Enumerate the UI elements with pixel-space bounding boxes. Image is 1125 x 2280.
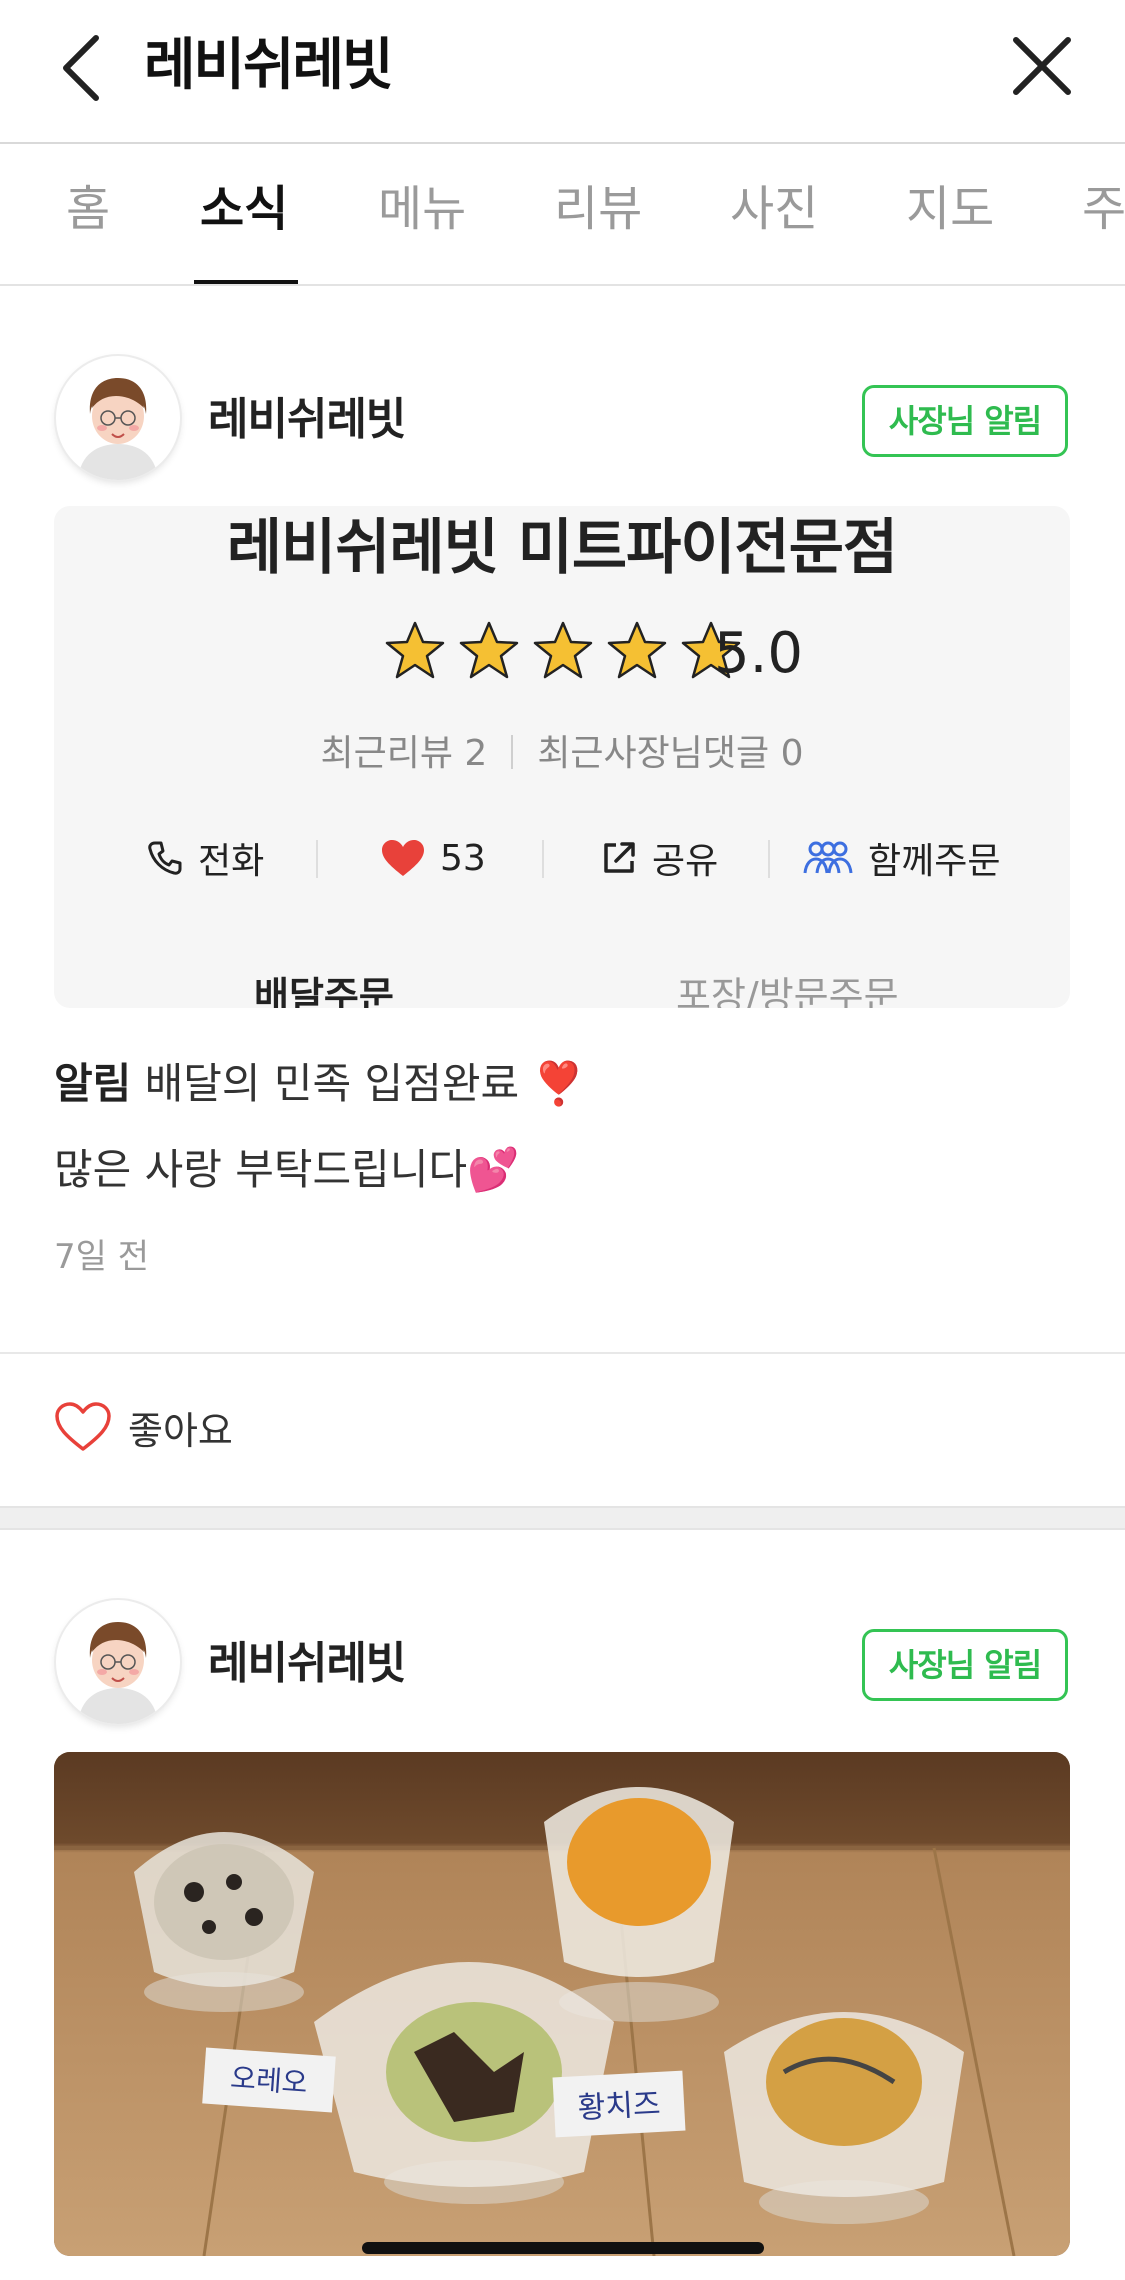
close-icon: [1013, 37, 1071, 95]
photo-label-cheese: 황치즈: [577, 2087, 662, 2126]
call-label: 전화: [198, 841, 265, 882]
heart-filled-icon: [382, 840, 424, 876]
share-icon: [604, 842, 635, 873]
section-gap: [0, 1506, 1125, 1530]
post-text-line2: 많은 사랑 부탁드립니다💕: [54, 1145, 520, 1194]
divider: [542, 840, 544, 878]
share-label: 공유: [652, 841, 719, 882]
store-name: 레비쉬레빗 미트파이전문점: [226, 513, 898, 583]
group-order-button[interactable]: 함께주문: [802, 818, 1000, 898]
home-indicator[interactable]: [362, 2242, 764, 2254]
phone-icon: [148, 841, 182, 875]
divider: [768, 840, 770, 878]
store-actions: 전화 53 공유 함께주문: [54, 818, 1070, 898]
group-people-icon: [803, 841, 853, 874]
post-body: 배달의 민족 입점완료 ❣️: [144, 1059, 585, 1108]
tab-delivery-order[interactable]: 배달주문: [254, 966, 394, 1008]
rating-value: 5.0: [714, 621, 804, 686]
tab-photos[interactable]: 사진: [730, 174, 818, 244]
tab-more[interactable]: 주: [1082, 174, 1125, 244]
post-photo[interactable]: 오레오 황치즈: [54, 1752, 1070, 2256]
favorite-button[interactable]: 53: [380, 818, 486, 898]
divider: [511, 735, 514, 769]
active-tab-indicator: [194, 280, 298, 284]
tab-bar: 홈 소식 메뉴 리뷰 사진 지도 주: [0, 146, 1125, 286]
profile-avatar-icon: [78, 378, 158, 480]
call-button[interactable]: 전화: [146, 818, 264, 898]
heart-outline-icon: [55, 1402, 111, 1451]
post-author: 레비쉬레빗: [208, 1638, 406, 1689]
post-timestamp: 7일 전: [54, 1237, 149, 1277]
top-bar: 레비쉬레빗: [0, 0, 1125, 144]
tab-map[interactable]: 지도: [906, 174, 994, 244]
tab-pickup-order[interactable]: 포장/방문주문: [676, 966, 899, 1008]
divider: [316, 840, 318, 878]
star-icon: [607, 621, 667, 679]
post-author: 레비쉬레빗: [208, 394, 406, 445]
tab-reviews[interactable]: 리뷰: [554, 174, 642, 244]
owner-notice-badge: 사장님 알림: [862, 1629, 1068, 1701]
profile-avatar-icon: [78, 1622, 158, 1724]
store-card[interactable]: 레비쉬레빗 미트파이전문점 5.0 최근리뷰 2 최근사장님댓글 0 전화 53: [54, 506, 1070, 1008]
photo-label-oreo: 오레오: [229, 2061, 308, 2099]
recent-owner-replies[interactable]: 최근사장님댓글 0: [537, 733, 803, 774]
tab-home[interactable]: 홈: [66, 174, 110, 244]
back-button[interactable]: [52, 30, 112, 106]
share-button[interactable]: 공유: [600, 818, 718, 898]
likes-count: 53: [440, 837, 486, 879]
tab-menu[interactable]: 메뉴: [378, 174, 466, 244]
recent-reviews[interactable]: 최근리뷰 2: [320, 733, 487, 774]
star-icon: [385, 621, 445, 679]
group-order-label: 함께주문: [868, 841, 1001, 882]
post-text-line1: 알림 배달의 민족 입점완료 ❣️: [54, 1052, 585, 1116]
tab-news[interactable]: 소식: [200, 174, 288, 244]
post-label: 알림: [54, 1059, 132, 1108]
page-title: 레비쉬레빗: [144, 33, 394, 98]
avatar[interactable]: [56, 356, 180, 480]
owner-notice-badge: 사장님 알림: [862, 385, 1068, 457]
chevron-left-icon: [63, 35, 99, 101]
avatar[interactable]: [56, 1600, 180, 1724]
divider: [0, 1352, 1125, 1354]
like-button[interactable]: 좋아요: [54, 1392, 233, 1462]
ice-cream-photo: 오레오 황치즈: [54, 1752, 1070, 2256]
close-button[interactable]: [1010, 34, 1074, 98]
review-stats: 최근리뷰 2 최근사장님댓글 0: [54, 726, 1070, 782]
star-icon: [533, 621, 593, 679]
star-icon: [459, 621, 519, 679]
like-label: 좋아요: [128, 1408, 233, 1453]
